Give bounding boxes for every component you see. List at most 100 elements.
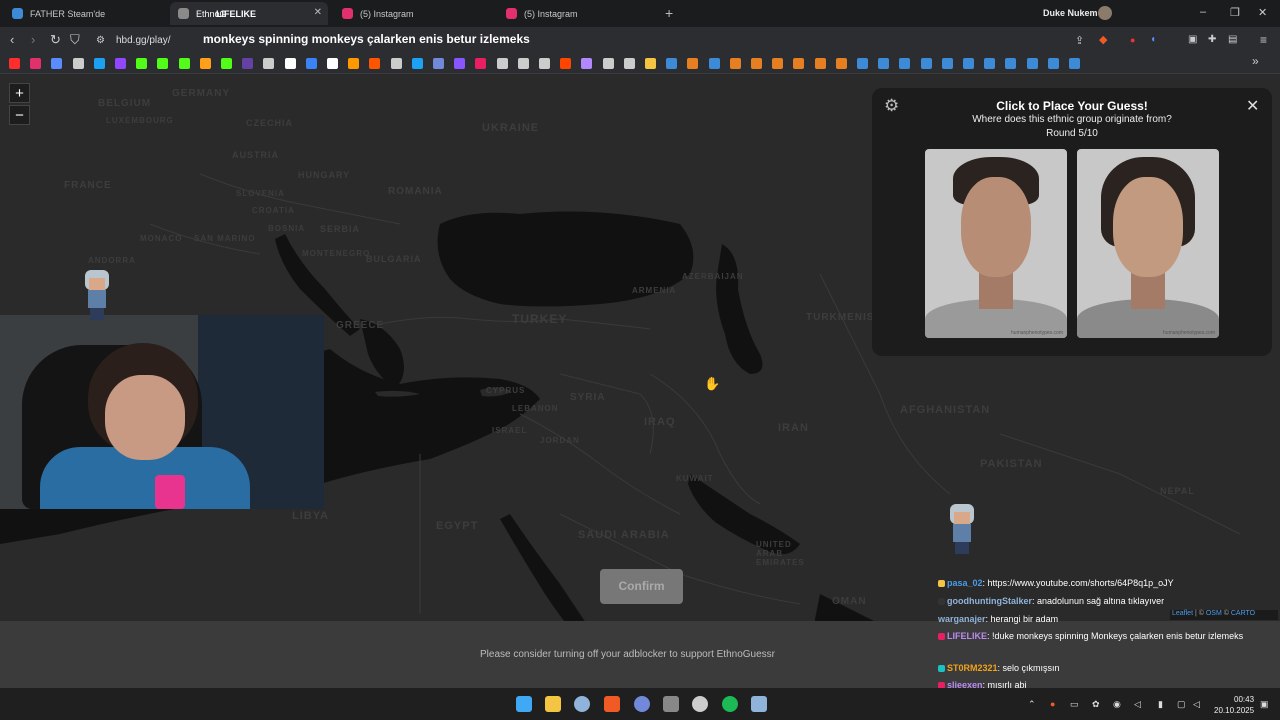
bookmark-favicon-icon[interactable]: [263, 58, 275, 69]
bookmark-favicon-icon[interactable]: [327, 58, 338, 69]
bookmark-favicon-icon[interactable]: [72, 58, 84, 69]
bookmark-favicon-icon[interactable]: [729, 58, 741, 69]
bookmark-favicon-icon[interactable]: [772, 58, 784, 69]
maximize-button[interactable]: ❐: [1230, 6, 1240, 19]
tab-father-steam[interactable]: FATHER Steam'de: [4, 2, 164, 25]
reload-icon[interactable]: ↻: [50, 32, 61, 48]
sidebar-icon[interactable]: ▣: [1188, 34, 1197, 45]
bookmark-favicon-icon[interactable]: [1069, 58, 1080, 69]
bookmark-favicon-icon[interactable]: [899, 58, 911, 69]
wallet-icon[interactable]: ▤: [1228, 34, 1237, 45]
bookmark-favicon-icon[interactable]: [623, 58, 635, 69]
microphone-icon[interactable]: ▮: [1158, 699, 1163, 710]
bookmark-favicon-icon[interactable]: [517, 58, 529, 69]
bookmark-favicon-icon[interactable]: [539, 58, 550, 69]
bookmark-favicon-icon[interactable]: [157, 58, 169, 69]
zoom-out-button[interactable]: −: [9, 105, 30, 125]
close-window-button[interactable]: ✕: [1258, 6, 1267, 19]
ublock-icon[interactable]: ●: [1130, 35, 1135, 45]
omnibox-suggestion[interactable]: monkeys spinning monkeys çalarken enis b…: [203, 32, 530, 46]
bookmark-favicon-icon[interactable]: [1026, 58, 1038, 69]
tab-ethnoguessr[interactable]: EthnoG LIFELIKE ✕: [170, 2, 328, 25]
network-icon[interactable]: ▢: [1177, 699, 1186, 710]
back-icon[interactable]: ‹: [10, 32, 14, 47]
bookmark-favicon-icon[interactable]: [835, 58, 847, 69]
bookmark-favicon-icon[interactable]: [1047, 58, 1059, 69]
battery-icon[interactable]: ▭: [1070, 699, 1079, 710]
windows-start-icon[interactable]: [516, 696, 532, 712]
bookmark-favicon-icon[interactable]: [178, 58, 190, 69]
bookmark-favicon-icon[interactable]: [93, 58, 105, 69]
notifications-icon[interactable]: ▣: [1260, 699, 1269, 710]
app-icon[interactable]: [663, 696, 679, 712]
address-input[interactable]: hbd.gg/play/: [116, 35, 171, 46]
bookmark-favicon-icon[interactable]: [984, 58, 996, 69]
profile-name[interactable]: Duke Nukem: [1043, 8, 1098, 18]
app-icon[interactable]: [751, 696, 767, 712]
steam-icon[interactable]: [574, 696, 590, 712]
bookmark-favicon-icon[interactable]: [115, 58, 126, 69]
bookmark-favicon-icon[interactable]: [814, 58, 826, 69]
system-clock[interactable]: 00:43 20.10.2025: [1214, 694, 1254, 716]
bookmark-favicon-icon[interactable]: [687, 58, 699, 69]
bookmark-favicon-icon[interactable]: [963, 58, 974, 69]
bookmark-favicon-icon[interactable]: [645, 58, 656, 69]
bookmark-favicon-icon[interactable]: [136, 58, 148, 69]
spotify-icon[interactable]: [722, 696, 738, 712]
bookmarks-overflow-icon[interactable]: »: [1252, 54, 1259, 68]
bookmark-favicon-icon[interactable]: [496, 58, 508, 69]
bookmark-favicon-icon[interactable]: [199, 58, 211, 69]
discord-icon[interactable]: [634, 696, 650, 712]
bookmark-favicon-icon[interactable]: [857, 58, 868, 69]
bookmark-favicon-icon[interactable]: [284, 58, 296, 69]
bookmark-favicon-icon[interactable]: [348, 58, 360, 69]
minimize-button[interactable]: –: [1200, 6, 1206, 18]
bookmark-favicon-icon[interactable]: [411, 58, 423, 69]
steam-tray-icon[interactable]: ◉: [1113, 699, 1121, 710]
extensions-puzzle-icon[interactable]: ✚: [1208, 34, 1216, 45]
bookmark-icon[interactable]: ⛉: [70, 32, 80, 48]
tray-app-icon[interactable]: ●: [1050, 699, 1055, 709]
close-icon[interactable]: ✕: [1246, 96, 1259, 116]
page-viewport[interactable]: BELGIUM LUXEMBOURG GERMANY CZECHIA UKRAI…: [0, 74, 1280, 688]
bookmark-favicon-icon[interactable]: [941, 58, 953, 69]
bookmark-favicon-icon[interactable]: [390, 58, 402, 69]
bookmark-favicon-icon[interactable]: [242, 58, 254, 69]
menu-icon[interactable]: ≡: [1260, 33, 1267, 47]
close-tab-icon[interactable]: ✕: [314, 7, 322, 18]
bookmark-favicon-icon[interactable]: [560, 58, 572, 69]
bookmark-favicon-icon[interactable]: [581, 58, 593, 69]
bookmark-favicon-icon[interactable]: [602, 58, 614, 69]
tray-overflow-icon[interactable]: ⌃: [1028, 699, 1036, 710]
obs-icon[interactable]: [692, 696, 708, 712]
bookmark-favicon-icon[interactable]: [878, 58, 890, 69]
profile-avatar[interactable]: [1098, 6, 1112, 20]
volume-icon[interactable]: ◁: [1134, 699, 1141, 710]
bookmark-favicon-icon[interactable]: [9, 58, 20, 69]
bookmark-favicon-icon[interactable]: [369, 58, 381, 69]
bookmark-favicon-icon[interactable]: [475, 58, 487, 69]
bookmark-favicon-icon[interactable]: [433, 58, 444, 69]
bookmark-favicon-icon[interactable]: [454, 58, 466, 69]
extension-icon[interactable]: ◖: [1150, 34, 1156, 45]
tray-app-icon[interactable]: ✿: [1092, 699, 1100, 710]
bookmark-favicon-icon[interactable]: [1005, 58, 1017, 69]
bookmark-favicon-icon[interactable]: [51, 58, 63, 69]
bookmark-favicon-icon[interactable]: [305, 58, 317, 69]
forward-icon[interactable]: ›: [31, 32, 35, 47]
bookmark-favicon-icon[interactable]: [221, 58, 232, 69]
bookmark-favicon-icon[interactable]: [666, 58, 678, 69]
brave-shields-icon[interactable]: ◆: [1099, 33, 1107, 46]
bookmark-favicon-icon[interactable]: [793, 58, 805, 69]
confirm-button[interactable]: Confirm: [600, 569, 683, 604]
zoom-in-button[interactable]: +: [9, 83, 30, 103]
tab-instagram-1[interactable]: (5) Instagram: [334, 2, 494, 25]
site-info-icon[interactable]: ⚙: [96, 35, 105, 46]
brave-icon[interactable]: [604, 696, 620, 712]
speaker-icon[interactable]: ◁: [1193, 699, 1200, 710]
bookmark-favicon-icon[interactable]: [30, 58, 42, 69]
bookmark-favicon-icon[interactable]: [920, 58, 932, 69]
file-explorer-icon[interactable]: [545, 696, 561, 712]
bookmark-favicon-icon[interactable]: [708, 58, 720, 69]
new-tab-button[interactable]: +: [665, 5, 673, 21]
